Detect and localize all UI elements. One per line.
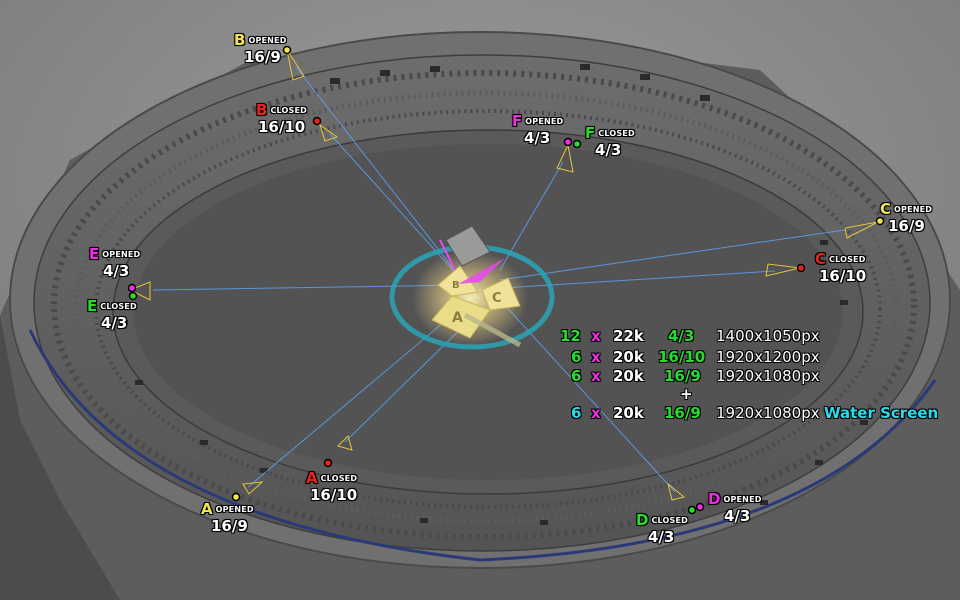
spec-power: 20k [613,348,644,366]
dot-c-closed [796,263,806,273]
spec-resolution: 1920x1080px [716,404,820,422]
spec-resolution: 1400x1050px [716,327,820,345]
dot-a-opened [231,492,241,502]
letter-c: C [880,200,892,218]
spec-power: 20k [613,367,644,385]
spec-multiply: x [591,327,601,345]
spec-ratio: 16/9 [664,404,701,422]
letter-e: E [87,297,98,315]
letter-e: E [89,245,100,263]
letter-a: A [306,469,318,487]
status-closed: CLOSED [598,129,635,138]
spec-ratio: 4/3 [668,327,695,345]
status-closed: CLOSED [829,255,866,264]
dot-b-closed [312,116,322,126]
spec-power: 22k [613,327,644,345]
dot-d-opened [695,502,705,512]
label-c-closed: C CLOSED 16/10 [815,251,866,284]
stage-letter-c: C [492,291,502,306]
label-c-opened: C OPENED 16/9 [880,201,932,234]
spec-multiply: x [591,348,601,366]
status-closed: CLOSED [651,516,689,525]
status-closed: CLOSED [100,302,137,311]
ratio-value: 4/3 [648,528,675,546]
label-a-closed: A CLOSED 16/10 [306,470,357,503]
dot-d-closed [687,505,697,515]
spec-ratio: 16/10 [658,348,706,366]
spec-plus: + [680,387,700,403]
letter-f: F [585,124,596,142]
ratio-value: 16/9 [888,217,925,235]
status-closed: CLOSED [270,106,307,115]
status-opened: OPENED [723,495,762,504]
ratio-value: 4/3 [724,507,751,525]
spec-count: 6 [571,348,582,366]
label-d-opened: D OPENED 4/3 [708,491,762,524]
dot-f-opened [563,137,573,147]
label-f-closed: F CLOSED 4/3 [585,125,635,158]
spec-multiply: x [591,404,601,422]
letter-b: B [234,31,246,49]
ratio-value: 4/3 [103,262,130,280]
ratio-value: 16/9 [244,48,281,66]
dot-e-opened [127,283,137,293]
status-opened: OPENED [248,36,287,45]
letter-f: F [512,112,523,130]
ratio-value: 4/3 [524,129,551,147]
letter-d: D [636,511,649,529]
ratio-value: 16/10 [819,267,867,285]
dot-a-closed [323,458,333,468]
ratio-value: 16/9 [211,517,248,535]
spec-count: 6 [571,404,582,422]
spec-water-screen: Water Screen [824,404,939,422]
spec-resolution: 1920x1200px [716,348,820,366]
label-e-closed: E CLOSED 4/3 [87,298,137,331]
spec-plus-sign: + [680,385,693,403]
spec-count: 12 [560,327,581,345]
ratio-value: 16/10 [310,486,358,504]
label-d-closed: D CLOSED 4/3 [636,512,688,545]
spec-power: 20k [613,404,644,422]
label-e-opened: E OPENED 4/3 [89,246,140,279]
letter-a: A [201,500,213,518]
spec-multiply: x [591,367,601,385]
status-closed: CLOSED [320,474,358,483]
label-b-closed: B CLOSED 16/10 [256,102,307,135]
spec-row-2: 6 x 20k 16/10 1920x1200px [560,350,860,368]
spec-row-1: 12 x 22k 4/3 1400x1050px [560,329,860,347]
spec-row-3: 6 x 20k 16/9 1920x1080px [560,369,860,387]
label-b-opened: B OPENED 16/9 [234,32,287,65]
stage-letter-a: A [452,310,463,326]
dot-f-closed [572,139,582,149]
letter-d: D [708,490,721,508]
spec-count: 6 [571,367,582,385]
stage-letter-b: B [452,280,460,291]
ratio-value: 4/3 [595,141,622,159]
letter-c: C [815,250,827,268]
ratio-value: 4/3 [101,314,128,332]
status-opened: OPENED [525,117,564,126]
label-a-opened: A OPENED 16/9 [201,501,254,534]
spec-resolution: 1920x1080px [716,367,820,385]
arena-render: A B C [0,0,960,600]
spec-row-4: 6 x 20k 16/9 1920x1080px Water Screen [560,404,939,424]
letter-b: B [256,101,268,119]
spec-ratio: 16/9 [664,367,701,385]
ratio-value: 16/10 [258,118,306,136]
status-opened: OPENED [215,505,254,514]
status-opened: OPENED [894,205,933,214]
label-f-opened: F OPENED 4/3 [512,113,563,146]
status-opened: OPENED [102,250,141,259]
